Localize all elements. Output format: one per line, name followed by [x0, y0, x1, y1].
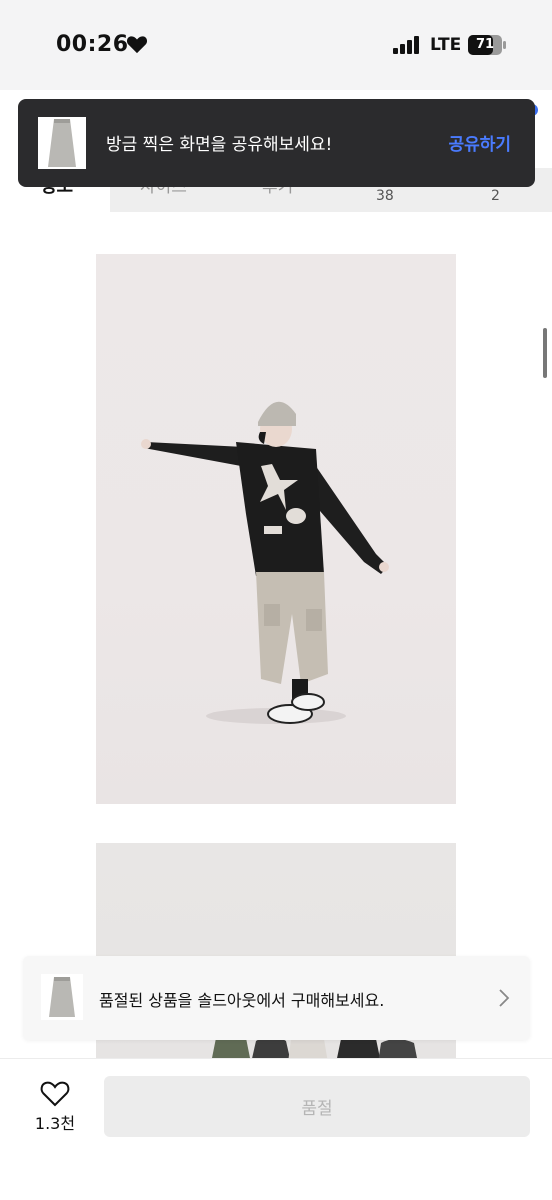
model-photo-image [141, 401, 389, 724]
banner-thumbnail [41, 974, 83, 1020]
screenshot-share-toast: 방금 찍은 화면을 공유해보세요! 공유하기 [18, 99, 535, 187]
status-bar: 00:26 LTE 71 [0, 0, 552, 90]
soldout-button[interactable]: 품절 [104, 1076, 530, 1137]
heart-outline-icon[interactable] [40, 1079, 70, 1107]
toast-message: 방금 찍은 화면을 공유해보세요! [106, 135, 333, 155]
toast-thumbnail[interactable] [38, 117, 86, 169]
share-button[interactable]: 공유하기 [448, 130, 511, 155]
screen: 00:26 LTE 71 정보 사이즈 후기 38 2 [0, 0, 552, 1200]
like-count: 1.3천 [34, 1114, 76, 1133]
size-value: 38 [376, 188, 394, 204]
chevron-right-icon [499, 989, 510, 1007]
status-time: 00:26 [56, 32, 129, 57]
heart-status-icon [126, 36, 148, 54]
size-value: 2 [491, 188, 500, 204]
product-photo [96, 254, 456, 804]
skirt-thumbnail-icon [41, 974, 83, 1020]
signal-icon [393, 36, 419, 54]
skirt-thumbnail-icon [38, 117, 86, 169]
soldout-promo-banner[interactable]: 품절된 상품을 솔드아웃에서 구매해보세요. [23, 956, 530, 1040]
battery-level: 71 [475, 37, 495, 52]
scrollbar[interactable] [543, 328, 547, 378]
network-type: LTE [430, 35, 462, 55]
banner-message: 품절된 상품을 솔드아웃에서 구매해보세요. [99, 991, 385, 1010]
